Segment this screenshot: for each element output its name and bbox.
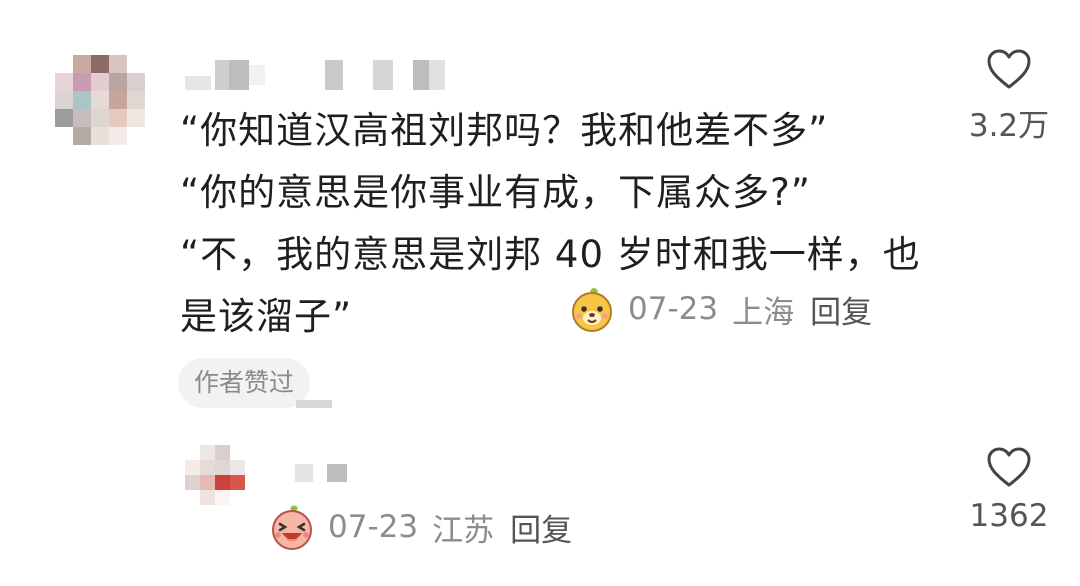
like-count: 1362 [969,498,1049,534]
username-blurred[interactable] [185,60,445,90]
comment-meta: 07-23 江苏 回复 [268,503,572,551]
reply-button[interactable]: 回复 [810,287,872,332]
badge-blur-mark [296,400,332,408]
comment-region: 上海 [732,294,795,331]
comment-region: 江苏 [432,512,495,549]
comment-line: “你知道汉高祖刘邦吗？我和他差不多” [180,109,829,152]
username-blurred[interactable] [295,462,347,484]
comment-date: 07-23 [628,291,719,327]
comment-line: “你的意思是你事业有成，下属众多?” [180,171,811,214]
like-count: 3.2万 [968,108,1050,144]
reply-button[interactable]: 回复 [510,505,572,550]
comment-date: 07-23 [328,509,419,545]
avatar[interactable] [185,445,260,505]
pink-laughing-emoji [272,505,312,550]
heart-outline-icon [987,447,1031,487]
avatar[interactable] [55,55,145,145]
yellow-bear-emoji [572,288,612,332]
comment-line: “不，我的意思是刘邦 40 岁时和我一样，也 [180,233,921,276]
heart-outline-icon [987,49,1031,89]
like-button[interactable]: 1362 [962,446,1056,534]
author-liked-badge: 作者赞过 [178,358,311,408]
comment-meta: 07-23 上海 回复 [568,285,872,333]
like-button[interactable]: 3.2万 [964,48,1054,145]
